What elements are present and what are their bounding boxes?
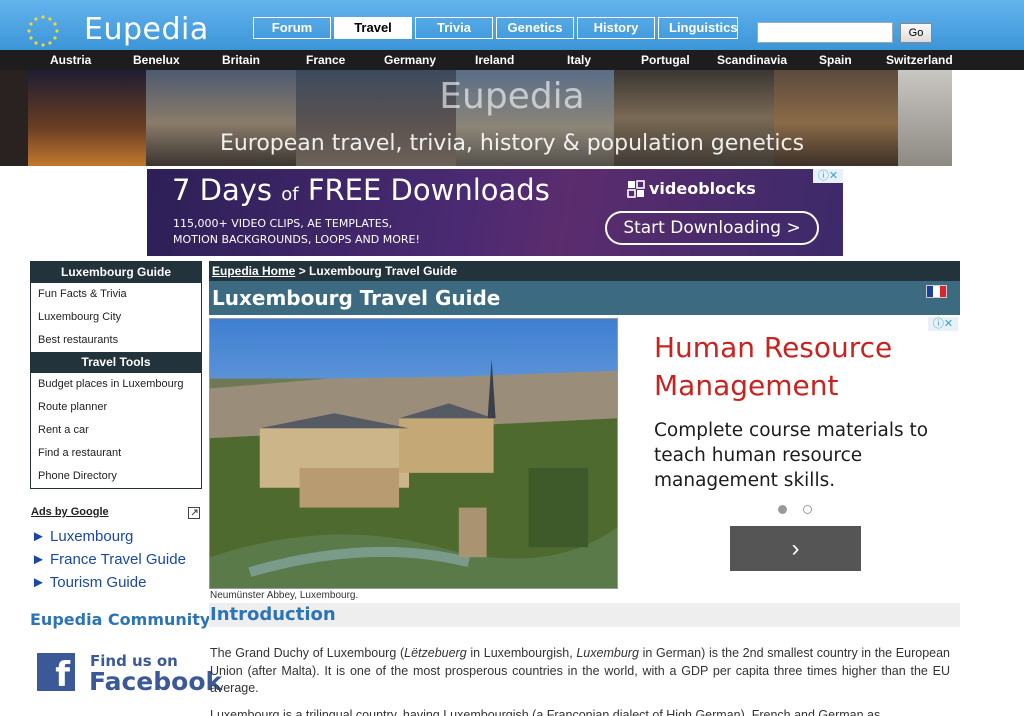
introduction-heading: Introduction xyxy=(209,603,960,627)
country-scandinavia[interactable]: Scandinavia xyxy=(717,50,787,70)
search-go-button[interactable]: Go xyxy=(900,23,932,43)
videoblocks-logo-icon xyxy=(627,180,645,198)
hr-ad-body[interactable]: Complete course materials to teach human… xyxy=(654,418,954,493)
ad-brand: videoblocks xyxy=(649,179,756,198)
external-link-icon[interactable] xyxy=(188,507,200,519)
sidebar: Luxembourg Guide Fun Facts & Trivia Luxe… xyxy=(30,261,202,489)
hr-ad-next-button[interactable]: › xyxy=(730,526,861,571)
site-logo[interactable]: Eupedia xyxy=(84,12,209,47)
country-austria[interactable]: Austria xyxy=(50,50,91,70)
country-portugal[interactable]: Portugal xyxy=(641,50,690,70)
community-heading: Eupedia Community xyxy=(30,610,211,629)
search-input[interactable] xyxy=(757,22,893,43)
sidebar-guide-box: Luxembourg Guide Fun Facts & Trivia Luxe… xyxy=(30,261,202,489)
breadcrumb: Eupedia Home > Luxembourg Travel Guide xyxy=(209,261,960,281)
carousel-dot-active[interactable] xyxy=(778,505,787,514)
start-downloading-button[interactable]: Start Downloading > xyxy=(605,211,819,245)
country-nav: Austria Benelux Britain France Germany I… xyxy=(0,50,1024,70)
country-france[interactable]: France xyxy=(306,50,345,70)
breadcrumb-current: Luxembourg Travel Guide xyxy=(309,264,458,278)
country-germany[interactable]: Germany xyxy=(384,50,436,70)
hr-ad-title[interactable]: Human Resource Management xyxy=(654,329,954,405)
main-nav: Forum Travel Trivia Genetics History Lin… xyxy=(253,17,741,39)
facebook-icon[interactable]: f xyxy=(37,653,75,691)
ad-link-tourism-guide[interactable]: ► Tourism Guide xyxy=(31,574,146,591)
sidebar-item-luxembourg-city[interactable]: Luxembourg City xyxy=(31,306,201,329)
sidebar-guide-title: Luxembourg Guide xyxy=(31,262,201,283)
banner-title: Eupedia xyxy=(439,76,585,117)
tab-history[interactable]: History xyxy=(577,17,655,39)
sidebar-item-phone-directory[interactable]: Phone Directory xyxy=(31,465,201,488)
neumunster-abbey-photo xyxy=(209,318,618,589)
ad-headline: 7 Days of FREE Downloads xyxy=(172,173,550,207)
breadcrumb-separator: > xyxy=(295,264,310,278)
ad-link-luxembourg[interactable]: ► Luxembourg xyxy=(31,528,133,545)
ad-link-france-travel-guide[interactable]: ► France Travel Guide xyxy=(31,551,186,568)
sidebar-item-route-planner[interactable]: Route planner xyxy=(31,396,201,419)
country-ireland[interactable]: Ireland xyxy=(475,50,514,70)
sidebar-tools-title: Travel Tools xyxy=(31,352,201,373)
banner-subtitle: European travel, trivia, history & popul… xyxy=(219,131,805,156)
sidebar-item-rent-a-car[interactable]: Rent a car xyxy=(31,419,201,442)
ads-by-google-link[interactable]: Ads by Google xyxy=(31,506,109,518)
tab-trivia[interactable]: Trivia xyxy=(415,17,493,39)
country-spain[interactable]: Spain xyxy=(819,50,852,70)
chevron-right-icon: › xyxy=(791,535,800,562)
french-flag-icon[interactable] xyxy=(926,285,947,298)
sidebar-item-best-restaurants[interactable]: Best restaurants xyxy=(31,329,201,352)
adchoices-icon[interactable]: ⓘ✕ xyxy=(813,169,843,183)
facebook-label[interactable]: Facebook xyxy=(89,667,222,696)
page-title: Luxembourg Travel Guide xyxy=(209,281,960,315)
country-britain[interactable]: Britain xyxy=(222,50,260,70)
ad-line-1: 115,000+ VIDEO CLIPS, AE TEMPLATES, xyxy=(173,217,393,230)
ad-line-2: MOTION BACKGROUNDS, LOOPS AND MORE! xyxy=(173,233,420,246)
site-header: Eupedia Forum Travel Trivia Genetics His… xyxy=(0,0,1024,50)
country-benelux[interactable]: Benelux xyxy=(133,50,180,70)
tab-travel[interactable]: Travel xyxy=(334,17,412,39)
sidebar-item-budget-places[interactable]: Budget places in Luxembourg xyxy=(31,373,201,396)
breadcrumb-home-link[interactable]: Eupedia Home xyxy=(212,264,295,278)
tab-genetics[interactable]: Genetics xyxy=(496,17,574,39)
country-switzerland[interactable]: Switzerland xyxy=(886,50,953,70)
carousel-dot[interactable] xyxy=(803,505,812,514)
intro-paragraph-1: The Grand Duchy of Luxembourg (Lëtzebuer… xyxy=(210,646,951,695)
country-italy[interactable]: Italy xyxy=(567,50,591,70)
intro-paragraph-2: Luxembourg is a trilingual country, havi… xyxy=(210,708,881,716)
tab-linguistics[interactable]: Linguistics xyxy=(658,17,738,39)
sidebar-item-find-restaurant[interactable]: Find a restaurant xyxy=(31,442,201,465)
photo-caption: Neumünster Abbey, Luxembourg. xyxy=(210,590,359,601)
eu-stars-icon xyxy=(27,15,59,47)
videoblocks-ad[interactable]: 7 Days of FREE Downloads 115,000+ VIDEO … xyxy=(147,169,843,256)
sidebar-item-fun-facts[interactable]: Fun Facts & Trivia xyxy=(31,283,201,306)
tab-forum[interactable]: Forum xyxy=(253,17,331,39)
